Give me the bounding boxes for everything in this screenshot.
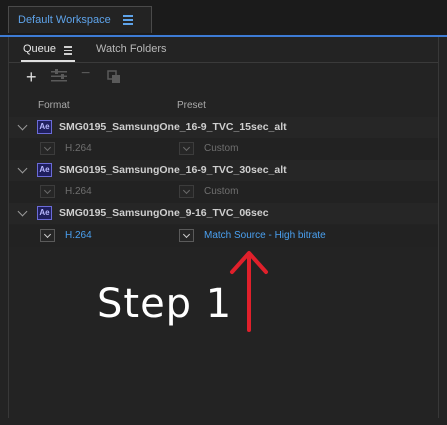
source-name: SMG0195_SamsungOne_16-9_TVC_30sec_alt — [59, 164, 287, 176]
queue-item[interactable]: Ae SMG0195_SamsungOne_9-16_TVC_06sec — [9, 203, 438, 224]
collapse-caret-icon[interactable] — [17, 120, 28, 131]
collapse-caret-icon[interactable] — [17, 206, 28, 217]
panel-menu-icon[interactable] — [64, 46, 72, 57]
preset-value[interactable]: Custom — [204, 186, 238, 197]
hamburger-menu-icon[interactable] — [123, 15, 133, 25]
tab-watch-folders[interactable]: Watch Folders — [96, 43, 167, 55]
duplicate-icon[interactable] — [107, 70, 122, 84]
source-name: SMG0195_SamsungOne_16-9_TVC_15sec_alt — [59, 121, 287, 133]
tab-divider — [9, 62, 438, 63]
after-effects-icon: Ae — [37, 206, 52, 220]
preset-value[interactable]: Match Source - High bitrate — [204, 230, 326, 241]
format-dropdown[interactable] — [40, 229, 55, 242]
preset-dropdown[interactable] — [179, 142, 194, 155]
format-value[interactable]: H.264 — [65, 143, 92, 154]
after-effects-icon: Ae — [37, 120, 52, 134]
step-annotation: Step 1 — [97, 281, 233, 327]
queue-panel: Queue Watch Folders + − Format Preset Ae… — [8, 37, 439, 418]
queue-item[interactable]: Ae SMG0195_SamsungOne_16-9_TVC_15sec_alt — [9, 117, 438, 138]
output-row: H.264 Custom — [9, 181, 438, 203]
remove-button[interactable]: − — [81, 65, 90, 83]
format-dropdown[interactable] — [40, 185, 55, 198]
after-effects-icon: Ae — [37, 163, 52, 177]
workspace-title: Default Workspace — [18, 14, 111, 26]
arrow-up-icon — [230, 251, 268, 332]
source-name: SMG0195_SamsungOne_9-16_TVC_06sec — [59, 207, 269, 219]
output-row: H.264 Match Source - High bitrate — [9, 225, 438, 247]
format-value[interactable]: H.264 — [65, 230, 92, 241]
output-row: H.264 Custom — [9, 138, 438, 160]
format-value[interactable]: H.264 — [65, 186, 92, 197]
workspace-bar: Default Workspace — [0, 0, 447, 36]
collapse-caret-icon[interactable] — [17, 163, 28, 174]
column-header-format[interactable]: Format — [38, 100, 70, 111]
settings-sliders-icon[interactable] — [50, 69, 68, 83]
workspace-tab[interactable]: Default Workspace — [8, 6, 152, 33]
queue-item[interactable]: Ae SMG0195_SamsungOne_16-9_TVC_30sec_alt — [9, 160, 438, 181]
column-header-preset[interactable]: Preset — [177, 100, 206, 111]
format-dropdown[interactable] — [40, 142, 55, 155]
preset-dropdown[interactable] — [179, 229, 194, 242]
preset-value[interactable]: Custom — [204, 143, 238, 154]
preset-dropdown[interactable] — [179, 185, 194, 198]
tab-queue[interactable]: Queue — [23, 43, 56, 55]
add-source-button[interactable]: + — [26, 67, 37, 88]
